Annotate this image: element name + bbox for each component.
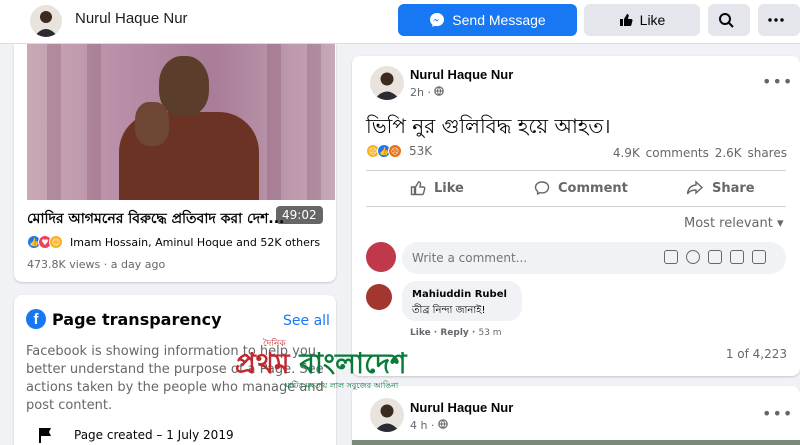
newspaper-watermark: দৈনিক প্রথম বাংলাদেশ মাটির মমতায় লাল সব… [225,334,525,392]
more-options-button[interactable] [758,4,800,36]
video-title[interactable]: মোদির আগমনের বিরুদ্ধে প্রতিবাদ করা দেশ..… [27,207,327,231]
post-author-avatar[interactable] [370,66,404,100]
send-message-label: Send Message [452,12,546,28]
sticker-icon[interactable] [752,250,766,264]
video-card: 49:02 মোদির আগমনের বিরুদ্ধে প্রতিবাদ করা… [14,44,336,282]
globe-icon [434,86,445,96]
post-text: ভিপি নুর গুলিবিদ্ধ হয়ে আহত। [366,114,611,138]
page-header: Nurul Haque Nur Send Message Like [0,0,800,44]
video-thumbnail[interactable] [27,44,335,200]
video-meta: 473.8K views · a day ago [27,258,166,271]
comment-pager: 1 of 4,223 [725,347,787,361]
see-all-link[interactable]: See all [283,313,330,329]
post-comment-label: Comment [558,180,628,196]
thumbs-up-icon [619,14,633,26]
post-stats[interactable]: 4.9K comments 2.6K shares [613,146,787,160]
video-reactions[interactable]: 👍 ♥ ☺ Imam Hossain, Aminul Hoque and 52K… [27,235,320,249]
post2-time-text: 4 h · [410,419,438,432]
comment-icon [534,181,550,196]
post2-timestamp[interactable]: 4 h · [410,419,448,432]
angry-reaction-icon: ☹ [388,144,402,158]
post2-author-avatar[interactable] [370,398,404,432]
watermark-name-green: বাংলাদেশ [299,347,407,380]
post-author-name[interactable]: Nurul Haque Nur [410,67,513,82]
post-reactions[interactable]: ☹ 👍 ☹ 53K [366,144,432,158]
viewer-avatar [366,242,396,272]
post-timestamp[interactable]: 2h · [410,86,445,99]
messenger-icon [430,13,445,27]
post2-author-name[interactable]: Nurul Haque Nur [410,400,513,415]
watermark-tagline: মাটির মমতায় লাল সবুজের আঙিনা [285,381,399,390]
care-reaction-icon: ☺ [49,235,63,249]
search-icon [718,13,734,28]
post-share-label: Share [712,180,755,196]
like-page-label: Like [639,12,666,28]
sticker-avatar-icon[interactable] [664,250,678,264]
comment-sort-dropdown[interactable]: Most relevant ▾ [684,216,784,231]
post-card: Nurul Haque Nur 2h · ••• ভিপি নুর গুলিবি… [352,56,800,376]
post-time-text: 2h · [410,86,435,99]
post2-options-button[interactable]: ••• [762,404,793,423]
comment-input-tools [664,250,766,264]
transparency-title: Page transparency [52,310,222,329]
thumbs-up-icon [410,181,426,196]
reaction-count: 53K [409,144,433,158]
post-comment-button[interactable]: Comment [534,180,628,196]
facebook-icon: f [26,309,46,329]
post-share-button[interactable]: Share [686,180,755,196]
share-icon [686,180,704,195]
post-card-2: Nurul Haque Nur 4 h · ••• [352,386,800,445]
send-message-button[interactable]: Send Message [398,4,577,36]
search-button[interactable] [708,4,750,36]
commenter-name[interactable]: Mahiuddin Rubel [412,289,507,300]
page-name[interactable]: Nurul Haque Nur [75,10,188,27]
page-avatar[interactable] [30,5,62,37]
post-options-button[interactable]: ••• [762,72,793,91]
reaction-names: Imam Hossain, Aminul Hoque and 52K other… [70,235,321,249]
globe-icon [438,419,448,429]
gif-icon[interactable] [730,250,744,264]
page-created-date: Page created – 1 July 2019 [74,428,234,442]
like-page-button[interactable]: Like [584,4,700,36]
camera-icon[interactable] [708,250,722,264]
post2-media-preview[interactable] [352,440,800,445]
commenter-avatar[interactable] [366,284,392,310]
emoji-icon[interactable] [686,250,700,264]
post-like-label: Like [434,180,464,196]
comment-text: তীব্র নিন্দা জানাই! [412,305,486,316]
flag-icon [39,428,51,443]
post-like-button[interactable]: Like [410,180,464,196]
more-icon [767,18,784,22]
watermark-name-red: প্রথম [235,347,300,380]
